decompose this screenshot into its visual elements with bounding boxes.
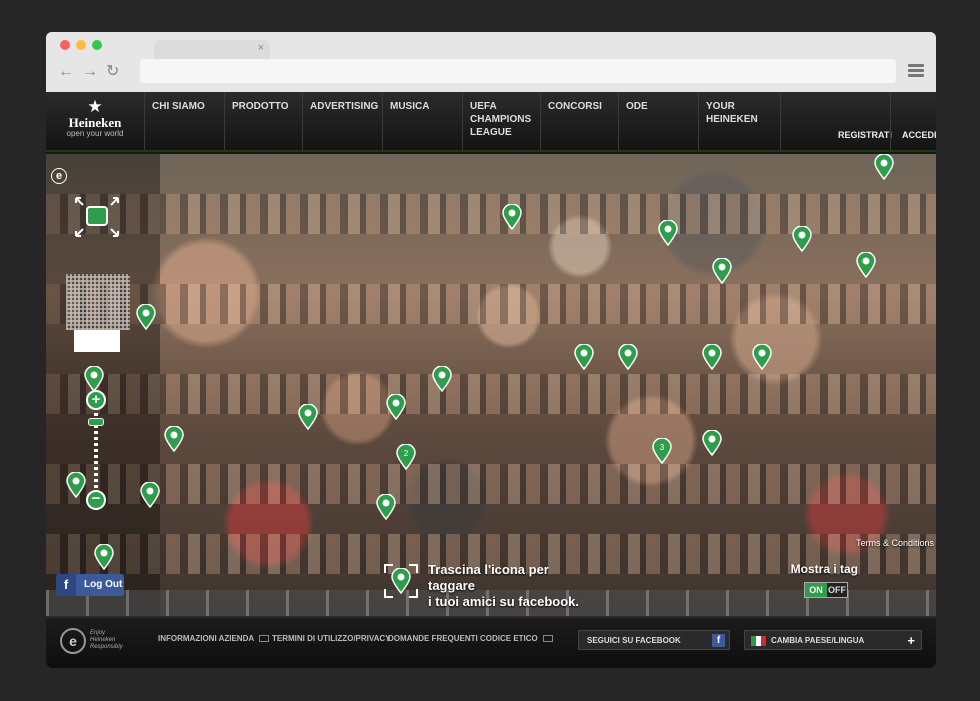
change-language-label: CAMBIA PAESE/LINGUA — [771, 636, 865, 645]
fullscreen-icon[interactable] — [74, 196, 120, 238]
footer-link-terms-privacy[interactable]: TERMINI DI UTILIZZO/PRIVACY — [272, 634, 391, 643]
tag-pin-icon[interactable] — [712, 257, 732, 285]
facebook-icon: f — [712, 634, 725, 647]
tag-pin-icon[interactable]: 3 — [652, 437, 672, 465]
footer-link-code-of-ethics[interactable]: CODICE ETICO — [480, 634, 553, 643]
maximize-window-icon[interactable] — [92, 40, 102, 50]
footer-link-faq[interactable]: DOMANDE FREQUENTI — [388, 634, 478, 643]
top-navigation: ★ Heineken open your world CHI SIAMO PRO… — [46, 92, 936, 152]
tag-pin-icon[interactable] — [702, 429, 722, 457]
zoom-handle[interactable] — [88, 418, 104, 426]
minimap-viewport[interactable] — [74, 330, 120, 352]
italy-flag-icon — [751, 636, 766, 646]
register-link[interactable]: REGISTRATI — [838, 130, 892, 140]
drag-tag-bar: Trascina l'icona per taggare i tuoi amic… — [376, 558, 836, 609]
svg-text:2: 2 — [404, 449, 409, 458]
svg-text:3: 3 — [660, 443, 665, 452]
tag-pin-icon[interactable] — [574, 343, 594, 371]
nav-item-prodotto[interactable]: PRODOTTO — [232, 100, 302, 113]
follow-facebook-button[interactable]: SEGUICI SU FACEBOOK f — [578, 630, 730, 650]
toggle-on[interactable]: ON — [805, 583, 827, 597]
tag-pin-icon[interactable] — [386, 393, 406, 421]
login-link[interactable]: ACCEDI — [902, 130, 936, 140]
facebook-icon: f — [56, 574, 76, 596]
tag-pin-icon[interactable] — [376, 493, 396, 521]
nav-item-concorsi[interactable]: CONCORSI — [548, 100, 618, 113]
footer: e Enjoy Heineken Responsibly INFORMAZION… — [46, 616, 936, 668]
zoom-in-button[interactable]: + — [86, 390, 106, 410]
nav-item-uefa[interactable]: UEFA CHAMPIONS LEAGUE — [470, 100, 531, 139]
tag-pin-icon[interactable] — [658, 219, 678, 247]
zoom-out-button[interactable]: − — [86, 490, 106, 510]
enjoy-text: Enjoy Heineken Responsibly — [90, 630, 123, 650]
tag-pin-icon[interactable] — [136, 303, 156, 331]
reload-icon[interactable]: ↻ — [106, 62, 119, 82]
nav-item-musica[interactable]: MUSICA — [390, 100, 460, 113]
address-bar[interactable] — [140, 59, 896, 83]
nav-item-chi-siamo[interactable]: CHI SIAMO — [152, 100, 222, 113]
enjoy-e-icon: e — [60, 628, 86, 654]
minimize-window-icon[interactable] — [76, 40, 86, 50]
browser-chrome: × ← → ↻ — [46, 32, 936, 92]
nav-item-ode[interactable]: ODE — [626, 100, 696, 113]
tag-pin-icon[interactable] — [298, 403, 318, 431]
change-language-button[interactable]: CAMBIA PAESE/LINGUA + — [744, 630, 922, 650]
tag-pin-icon[interactable] — [502, 203, 522, 231]
terms-link[interactable]: Terms & Conditions — [856, 538, 934, 548]
close-window-icon[interactable] — [60, 40, 70, 50]
show-tags-toggle[interactable]: ON OFF — [804, 582, 848, 598]
external-link-icon — [259, 635, 270, 643]
tag-pin-icon[interactable]: 2 — [396, 443, 416, 471]
enjoy-responsibly-logo[interactable]: e Enjoy Heineken Responsibly — [60, 626, 130, 658]
tag-pin-icon[interactable] — [140, 481, 160, 509]
nav-item-your-heineken[interactable]: YOUR HEINEKEN — [706, 100, 786, 126]
nav-item-advertising[interactable]: ADVERTISING — [310, 100, 380, 113]
tag-pin-icon[interactable] — [432, 365, 452, 393]
tag-pin-icon[interactable] — [66, 471, 86, 499]
tag-pin-icon[interactable] — [874, 154, 894, 181]
tag-pin-icon[interactable] — [702, 343, 722, 371]
drag-instruction: Trascina l'icona per taggare i tuoi amic… — [428, 562, 598, 610]
tagging-photo[interactable]: 2 3 e + − f Log Out Trascina l'icona per … — [46, 154, 936, 616]
tag-pin-icon[interactable] — [618, 343, 638, 371]
footer-link-company-info[interactable]: INFORMAZIONI AZIENDA — [158, 634, 270, 643]
tag-pin-icon[interactable] — [94, 543, 114, 571]
tag-pin-icon[interactable] — [792, 225, 812, 253]
show-tags-label: Mostra i tag — [790, 562, 858, 576]
toggle-off[interactable]: OFF — [827, 583, 847, 597]
forward-icon[interactable]: → — [82, 62, 98, 82]
draggable-tag-target[interactable] — [382, 562, 420, 600]
enjoy-responsibly-icon: e — [51, 168, 67, 184]
tag-pin-icon[interactable] — [84, 365, 104, 393]
external-link-icon — [542, 635, 553, 643]
tag-pin-icon[interactable] — [164, 425, 184, 453]
hamburger-menu-icon[interactable] — [908, 64, 924, 78]
minimap[interactable] — [66, 274, 130, 330]
star-icon: ★ — [87, 97, 103, 116]
drag-instruction-line2: i tuoi amici su facebook. — [428, 594, 579, 609]
logout-label: Log Out — [84, 579, 123, 590]
logo-brand: Heineken — [68, 115, 122, 130]
plus-icon: + — [907, 633, 915, 648]
back-icon[interactable]: ← — [58, 62, 74, 82]
browser-tab[interactable]: × — [154, 40, 270, 60]
logout-button[interactable]: f Log Out — [56, 574, 124, 596]
browser-window: × ← → ↻ ★ Heineken open your world CHI S… — [46, 32, 936, 668]
tag-pin-icon[interactable] — [752, 343, 772, 371]
zoom-slider[interactable]: + − — [86, 390, 106, 512]
drag-instruction-line1: Trascina l'icona per taggare — [428, 562, 549, 593]
tag-pin-icon[interactable] — [856, 251, 876, 279]
logo-tagline: open your world — [66, 129, 124, 138]
website: ★ Heineken open your world CHI SIAMO PRO… — [46, 92, 936, 668]
tab-close-icon[interactable]: × — [258, 42, 264, 54]
follow-facebook-label: SEGUICI SU FACEBOOK — [587, 636, 681, 645]
draggable-pin-icon[interactable] — [391, 567, 411, 595]
heineken-logo[interactable]: ★ Heineken open your world — [60, 98, 130, 144]
